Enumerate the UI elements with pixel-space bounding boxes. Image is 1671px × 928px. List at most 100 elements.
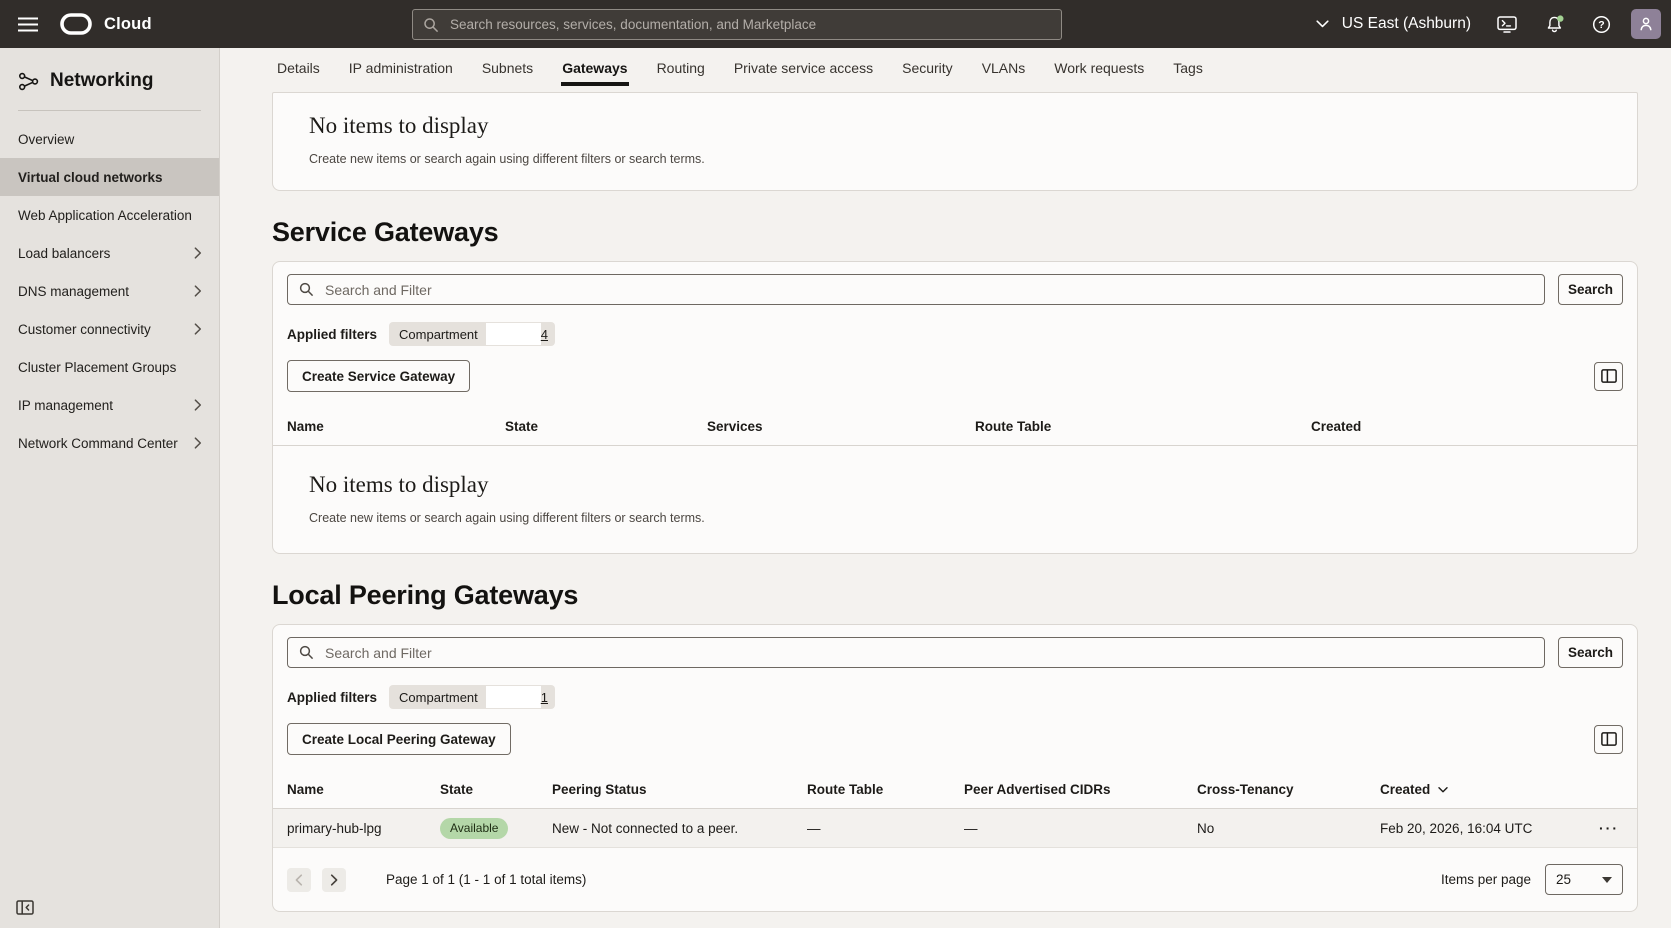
person-icon: [1638, 16, 1654, 32]
sidebar-title: Networking: [50, 70, 153, 92]
lpg-manage-columns-button[interactable]: [1594, 725, 1623, 754]
lpg-col-cross-tenancy: Cross-Tenancy: [1197, 782, 1380, 797]
sidebar-item-network-command-center[interactable]: Network Command Center: [0, 424, 219, 462]
local-peering-gateways-heading: Local Peering Gateways: [272, 580, 1671, 611]
sidebar-collapse-button[interactable]: [13, 896, 37, 918]
chevron-right-icon: [194, 437, 202, 449]
help-icon[interactable]: ?: [1592, 15, 1611, 34]
svg-text:?: ?: [1598, 19, 1604, 31]
lpg-col-created[interactable]: Created: [1380, 782, 1581, 797]
empty-state-subtitle: Create new items or search again using d…: [309, 511, 1601, 525]
lpg-col-name: Name: [273, 782, 440, 797]
filter-chip-label: Compartment: [399, 327, 478, 342]
chevron-down-icon: [1316, 20, 1329, 28]
filter-chip-suffix: 4: [541, 327, 548, 342]
row-actions-menu-button[interactable]: ···: [1595, 818, 1623, 838]
pagination-summary: Page 1 of 1 (1 - 1 of 1 total items): [386, 872, 586, 887]
sidebar-item-cluster-placement-groups[interactable]: Cluster Placement Groups: [0, 348, 219, 386]
sg-empty-state: No items to display Create new items or …: [273, 446, 1637, 553]
lpg-compartment-filter-chip[interactable]: Compartment 1: [389, 685, 555, 709]
tab-details[interactable]: Details: [276, 60, 321, 86]
oracle-logo-icon: [60, 13, 92, 35]
chevron-right-icon: [330, 874, 338, 886]
filter-chip-redacted-value: [486, 686, 541, 708]
lpg-row-name: primary-hub-lpg: [273, 821, 440, 836]
chevron-right-icon: [194, 247, 202, 259]
tab-tags[interactable]: Tags: [1172, 60, 1204, 86]
lpg-row-peer-advertised-cidrs: —: [964, 821, 1197, 836]
cloud-shell-icon[interactable]: [1497, 16, 1517, 33]
region-label: US East (Ashburn): [1342, 15, 1471, 33]
table-row: primary-hub-lpg Available New - Not conn…: [273, 809, 1637, 848]
tab-gateways[interactable]: Gateways: [561, 60, 628, 86]
create-service-gateway-button[interactable]: Create Service Gateway: [287, 360, 470, 392]
sort-descending-icon: [1438, 787, 1448, 793]
brand-label: Cloud: [104, 15, 152, 34]
tab-vlans[interactable]: VLANs: [981, 60, 1027, 86]
empty-state: No items to display Create new items or …: [273, 93, 1637, 190]
tab-security[interactable]: Security: [901, 60, 954, 86]
lpg-row-created: Feb 20, 2026, 16:04 UTC: [1380, 821, 1581, 836]
lpg-row-peering-status: New - Not connected to a peer.: [552, 821, 807, 836]
sg-table-header: Name State Services Route Table Created: [273, 408, 1637, 446]
items-per-page-select[interactable]: 25: [1545, 864, 1623, 895]
caret-down-icon: [1602, 877, 1612, 883]
user-avatar[interactable]: [1631, 9, 1661, 39]
tab-private-service-access[interactable]: Private service access: [733, 60, 874, 86]
empty-state-title: No items to display: [309, 472, 1601, 498]
notifications-bell-icon[interactable]: [1545, 15, 1565, 34]
tab-routing[interactable]: Routing: [656, 60, 706, 86]
columns-icon: [1601, 369, 1617, 383]
sidebar-item-overview[interactable]: Overview: [0, 120, 219, 158]
sg-manage-columns-button[interactable]: [1594, 362, 1623, 391]
columns-icon: [1601, 732, 1617, 746]
top-bar-actions: US East (Ashburn) ?: [1316, 9, 1661, 39]
status-badge: Available: [440, 818, 508, 839]
tab-ip-administration[interactable]: IP administration: [348, 60, 454, 86]
lpg-row-route-table: —: [807, 821, 964, 836]
lpg-search-button[interactable]: Search: [1558, 637, 1623, 668]
search-icon: [299, 282, 314, 297]
filter-chip-redacted-value: [486, 323, 541, 345]
tab-work-requests[interactable]: Work requests: [1053, 60, 1145, 86]
create-local-peering-gateway-button[interactable]: Create Local Peering Gateway: [287, 723, 511, 755]
sg-search-button[interactable]: Search: [1558, 274, 1623, 305]
empty-state-subtitle: Create new items or search again using d…: [309, 152, 1601, 166]
sidebar-item-web-application-acceleration[interactable]: Web Application Acceleration: [0, 196, 219, 234]
sidebar-item-ip-management[interactable]: IP management: [0, 386, 219, 424]
service-gateways-panel: Search Applied filters Compartment 4 Cre…: [272, 261, 1638, 554]
sidebar: Networking Overview Virtual cloud networ…: [0, 48, 220, 928]
region-selector[interactable]: US East (Ashburn): [1316, 15, 1471, 33]
sidebar-item-customer-connectivity[interactable]: Customer connectivity: [0, 310, 219, 348]
tab-subnets[interactable]: Subnets: [481, 60, 534, 86]
networking-icon: [18, 71, 39, 92]
sg-search-input[interactable]: [323, 281, 1533, 299]
empty-state-title: No items to display: [309, 113, 1601, 139]
sidebar-item-dns-management[interactable]: DNS management: [0, 272, 219, 310]
sg-search-filter-field[interactable]: [287, 274, 1545, 305]
sidebar-nav: Overview Virtual cloud networks Web Appl…: [0, 120, 219, 462]
lpg-search-input[interactable]: [323, 644, 1533, 662]
lpg-applied-filters-label: Applied filters: [287, 690, 377, 705]
top-empty-panel: No items to display Create new items or …: [272, 92, 1638, 191]
previous-page-button[interactable]: [287, 868, 311, 892]
global-search-input[interactable]: [448, 16, 1051, 33]
chevron-left-icon: [295, 874, 303, 886]
sidebar-item-virtual-cloud-networks[interactable]: Virtual cloud networks: [0, 158, 219, 196]
chevron-right-icon: [194, 323, 202, 335]
next-page-button[interactable]: [322, 868, 346, 892]
sidebar-item-load-balancers[interactable]: Load balancers: [0, 234, 219, 272]
top-bar: Cloud US East (Ashburn) ?: [0, 0, 1671, 48]
search-icon: [423, 17, 439, 33]
global-search-bar[interactable]: [412, 9, 1062, 40]
hamburger-menu-icon[interactable]: [15, 11, 41, 37]
pagination-bar: Page 1 of 1 (1 - 1 of 1 total items) Ite…: [273, 848, 1637, 911]
sidebar-header: Networking: [0, 48, 219, 110]
sg-compartment-filter-chip[interactable]: Compartment 4: [389, 322, 555, 346]
items-per-page-value: 25: [1556, 872, 1571, 887]
chevron-right-icon: [194, 399, 202, 411]
sg-col-route-table: Route Table: [975, 419, 1311, 434]
items-per-page-label: Items per page: [1441, 872, 1531, 887]
lpg-search-filter-field[interactable]: [287, 637, 1545, 668]
main-content: Details IP administration Subnets Gatewa…: [220, 48, 1671, 928]
